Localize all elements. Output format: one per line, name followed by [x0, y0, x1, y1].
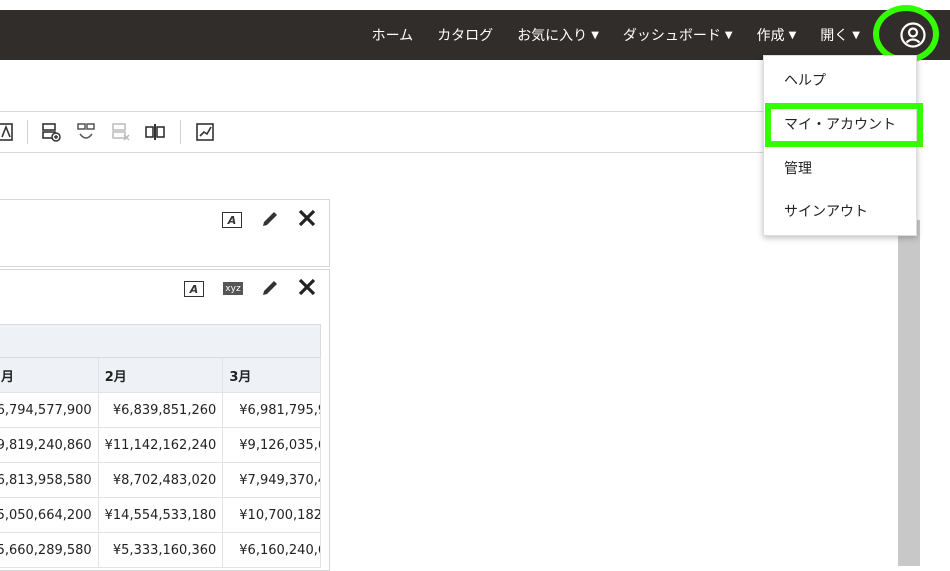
table-cell: ¥9,819,240,860 — [0, 428, 99, 462]
chart-settings-icon[interactable] — [195, 122, 215, 142]
table-cell: ¥5,333,160,360 — [99, 533, 224, 567]
close-icon[interactable] — [297, 277, 317, 297]
add-view-icon[interactable] — [41, 122, 61, 142]
table-cell: ¥7,949,370,4 — [223, 463, 321, 497]
table-cell: ¥6,981,795,9 — [223, 393, 321, 427]
pencil-edit-icon[interactable] — [260, 209, 280, 229]
pencil-edit-icon[interactable] — [260, 278, 280, 298]
app-header: ホーム カタログ お気に入り ▼ ダッシュボード ▼ 作成 ▼ 開く ▼ — [0, 10, 950, 60]
vertical-scrollbar[interactable] — [898, 220, 920, 566]
nav-home[interactable]: ホーム — [372, 25, 414, 45]
caret-down-icon: ▼ — [591, 29, 599, 41]
table-cell: ¥5,050,664,200 — [0, 498, 99, 532]
nav-open-label: 開く — [820, 28, 849, 44]
table-row: ¥5,050,664,200 ¥14,554,533,180 ¥10,700,1… — [0, 498, 321, 533]
column-header[interactable]: 3月 — [223, 358, 321, 392]
toolbar-separator — [180, 120, 181, 144]
nav-home-label: ホーム — [371, 28, 414, 44]
caret-down-icon: ▼ — [788, 29, 797, 41]
table-cell: ¥9,126,035,6 — [223, 428, 321, 462]
nav-dashboards-label: ダッシュボード — [622, 28, 721, 44]
nav-create[interactable]: 作成 ▼ — [757, 25, 797, 45]
refresh-view-icon[interactable] — [76, 122, 96, 142]
caret-down-icon: ▼ — [852, 29, 860, 41]
table-cell: ¥11,142,162,240 — [99, 428, 224, 462]
nav-favorites[interactable]: お気に入り ▼ — [517, 25, 599, 45]
view-panel-title: A — [0, 199, 330, 267]
format-text-icon[interactable]: A — [184, 281, 204, 297]
text-style-icon[interactable] — [0, 122, 14, 142]
nav-favorites-label: お気に入り — [517, 28, 588, 44]
format-values-label: xyz — [225, 283, 241, 294]
close-icon[interactable] — [297, 208, 317, 228]
table-cell: ¥10,700,182,6 — [223, 498, 321, 532]
top-gap — [0, 0, 950, 10]
format-values-icon[interactable]: xyz — [223, 282, 243, 295]
table-cell: ¥14,554,533,180 — [99, 498, 224, 532]
main-nav: ホーム カタログ お気に入り ▼ ダッシュボード ▼ 作成 ▼ 開く ▼ — [372, 10, 860, 60]
nav-dashboards[interactable]: ダッシュボード ▼ — [623, 25, 733, 45]
delete-view-icon — [112, 123, 130, 141]
table-row: ¥9,819,240,860 ¥11,142,162,240 ¥9,126,03… — [0, 428, 321, 463]
table-row: ¥6,794,577,900 ¥6,839,851,260 ¥6,981,795… — [0, 393, 321, 428]
nav-create-label: 作成 — [756, 28, 785, 44]
table-cell: ¥6,813,958,580 — [0, 463, 99, 497]
table-row: ¥6,813,958,580 ¥8,702,483,020 ¥7,949,370… — [0, 463, 321, 498]
menu-item-sign-out[interactable]: サインアウト — [784, 201, 868, 221]
toolbar-separator — [27, 120, 28, 144]
format-text-icon[interactable]: A — [222, 212, 242, 228]
column-header[interactable]: 2月 — [99, 358, 224, 392]
table-header-band — [0, 324, 321, 357]
format-text-letter: A — [189, 282, 199, 296]
data-table: 月 2月 3月 ¥6,794,577,900 ¥6,839,851,260 ¥6… — [0, 324, 321, 568]
nav-open[interactable]: 開く ▼ — [820, 25, 860, 45]
column-header[interactable]: 月 — [0, 358, 99, 392]
table-cell: ¥6,794,577,900 — [0, 393, 99, 427]
caret-down-icon: ▼ — [724, 29, 733, 41]
table-cell: ¥8,702,483,020 — [99, 463, 224, 497]
table-row: ¥5,660,289,580 ¥5,333,160,360 ¥6,160,240… — [0, 533, 321, 568]
column-layout-icon[interactable] — [145, 122, 165, 142]
nav-catalog-label: カタログ — [437, 28, 494, 44]
nav-catalog[interactable]: カタログ — [437, 25, 493, 45]
table-cell: ¥6,839,851,260 — [99, 393, 224, 427]
menu-item-help[interactable]: ヘルプ — [784, 70, 826, 90]
format-text-letter: A — [227, 213, 237, 227]
menu-item-administration[interactable]: 管理 — [784, 158, 812, 178]
annotation-highlight-box — [765, 103, 923, 147]
table-cell: ¥6,160,240,6 — [223, 533, 321, 567]
table-cell: ¥5,660,289,580 — [0, 533, 99, 567]
table-header-row: 月 2月 3月 — [0, 357, 321, 393]
